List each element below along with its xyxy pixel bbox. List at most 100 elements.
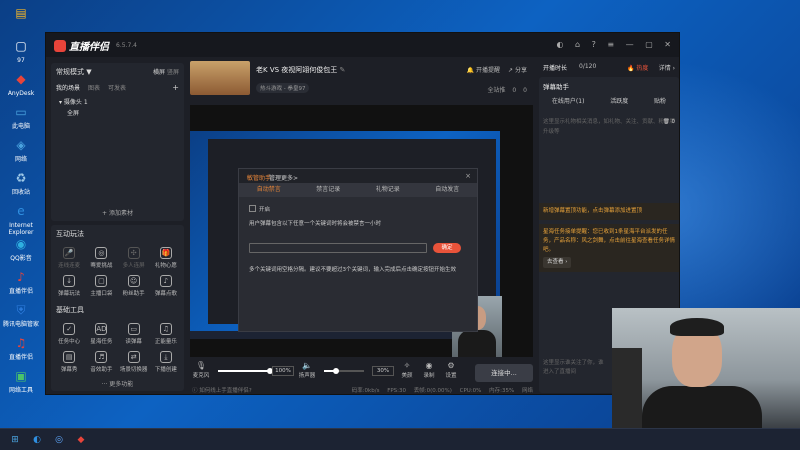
maximize-icon[interactable]: ▢ <box>645 40 653 49</box>
scene-fullscreen[interactable]: 全屏 <box>59 108 176 119</box>
tool-label: 多人连屏 <box>122 263 145 269</box>
tab-activity[interactable]: 活跃度 <box>610 95 628 109</box>
settings-button[interactable]: ⚙ 设置 <box>442 361 460 379</box>
live-preview[interactable]: 敏管助手 管理更多> × 自动禁言 禁言记录 礼物记录 自动发言 开启 用户弹幕… <box>190 105 533 357</box>
scene-camera-1[interactable]: ▾ 摄像头 1 <box>59 97 176 108</box>
tab-publishable[interactable]: 可发表 <box>108 83 126 92</box>
keywords-input[interactable] <box>249 243 427 253</box>
microphone-percent[interactable]: 100% <box>272 366 294 376</box>
tab-auto-mute[interactable]: 自动禁言 <box>257 183 281 197</box>
tool-button[interactable]: ♬ 音效助手 <box>85 351 117 373</box>
menu-icon[interactable]: ≡ <box>607 40 614 49</box>
enable-checkbox[interactable] <box>249 205 256 212</box>
tool-button[interactable]: ▭ 读弹幕 <box>118 323 150 345</box>
tool-button[interactable]: ▤ 弹幕秀 <box>53 351 85 373</box>
tool-button[interactable]: 🎁 礼物心愿 <box>150 247 182 269</box>
desktop-icon[interactable]: ♫ 直播伴侣 <box>2 334 40 361</box>
goto-task-button[interactable]: 去查看 › <box>543 257 572 268</box>
add-scene-icon[interactable]: + <box>172 83 179 92</box>
likes-count: 0 <box>523 87 527 94</box>
speaker-percent[interactable]: 30% <box>372 366 394 376</box>
desktop-icon-label: 腾讯电脑管家 <box>2 321 39 328</box>
tool-button[interactable]: ⇄ 场景切换器 <box>118 351 150 373</box>
viewers-count: 0 <box>512 87 517 94</box>
desktop-icon[interactable]: ⛨ 腾讯电脑管家 <box>2 301 40 328</box>
stream-category[interactable]: 热斗游戏 - 拳皇97 <box>256 83 310 93</box>
beauty-button[interactable]: ✧ 美颜 <box>398 361 416 379</box>
tool-button[interactable]: ♪ 弹幕点歌 <box>150 275 182 297</box>
desktop-icon-label: 回收站 <box>11 189 30 196</box>
dialog-manage-more-link[interactable]: 管理更多> <box>269 173 298 182</box>
tool-icon: ♬ <box>95 351 108 363</box>
taskbar-app-icon[interactable]: ◆ <box>74 433 88 447</box>
start-icon[interactable]: ⊞ <box>8 433 22 447</box>
portrait-link[interactable]: 竖屏 <box>167 69 179 76</box>
details-link[interactable]: 详情 › <box>659 63 675 72</box>
tab-gift-records[interactable]: 礼物记录 <box>376 183 400 197</box>
more-features-button[interactable]: ··· 更多功能 <box>51 379 184 388</box>
stream-title[interactable]: 老K VS 夜视阿翊何俊包王 ✎ <box>256 65 345 75</box>
taskbar-app-icon[interactable]: ◎ <box>52 433 66 447</box>
add-material-button[interactable]: + 添加素材 <box>51 208 184 217</box>
desktop-icon[interactable]: ▢ 97 <box>2 37 40 64</box>
microphone-control[interactable]: 🎙 麦克风 <box>192 361 210 379</box>
dialog-close-icon[interactable]: × <box>465 172 471 180</box>
desktop-icon[interactable]: ◈ 网络 <box>2 136 40 163</box>
connect-button[interactable]: 连接中... <box>475 364 533 382</box>
promote-badge[interactable]: 全站推 <box>487 87 505 94</box>
help-icon[interactable]: ? <box>592 40 596 49</box>
desktop-icon[interactable]: ▭ 此电脑 <box>2 103 40 130</box>
dialog-tab-moderation[interactable]: 敏管助手 <box>247 173 271 182</box>
tool-label: 星海任务 <box>90 339 113 345</box>
headset-icon[interactable]: ◐ <box>556 40 563 49</box>
edit-icon[interactable]: ✎ <box>340 66 346 74</box>
tab-fans[interactable]: 贴粉 <box>654 95 666 109</box>
tool-button[interactable]: 🎤 连线连麦 <box>53 247 85 269</box>
tool-button[interactable]: ✓ 任务中心 <box>53 323 85 345</box>
shirt-icon[interactable]: ⌂ <box>575 40 580 49</box>
tab-online-users[interactable]: 在线用户(1) <box>552 95 585 109</box>
desktop-icon[interactable]: ▤ <box>2 4 40 24</box>
minimize-icon[interactable]: — <box>626 40 634 49</box>
share-link[interactable]: 分享 <box>515 67 527 74</box>
app-logo: 直播伴侣 <box>54 38 109 53</box>
speaker-slider[interactable] <box>324 368 364 374</box>
desktop-icon[interactable]: ◆ AnyDesk <box>2 70 40 97</box>
desktop-icon[interactable]: ▣ 网络工具 <box>2 367 40 394</box>
desktop-icon[interactable]: ◉ QQ影音 <box>2 235 40 262</box>
close-icon[interactable]: ✕ <box>664 40 671 49</box>
taskbar-app-icon[interactable]: ◐ <box>30 433 44 447</box>
stream-cover-thumbnail[interactable] <box>190 61 250 95</box>
desktop-icon[interactable]: ♪ 直播伴侣 <box>2 268 40 295</box>
basic-tools-title: 基础工具 <box>56 306 84 314</box>
tool-button[interactable]: ⤓ 下播创建 <box>150 351 182 373</box>
tool-button[interactable]: ☺ 粉丝助手 <box>118 275 150 297</box>
window-controls: ◐ ⌂ ? ≡ — ▢ ✕ <box>547 40 671 49</box>
tool-button[interactable]: ▢ 主播口袋 <box>85 275 117 297</box>
landscape-link[interactable]: 横屏 <box>153 69 165 76</box>
tool-button[interactable]: ✣ 多人连屏 <box>118 247 150 269</box>
tab-charts[interactable]: 图表 <box>88 83 100 92</box>
tool-label: 弹幕秀 <box>60 367 78 373</box>
how-to-link[interactable]: ⓘ 如何线上手直播伴侣? <box>192 386 252 394</box>
tool-button[interactable]: ◎ 骞爱挑战 <box>85 247 117 269</box>
record-button[interactable]: ◉ 录制 <box>420 361 438 379</box>
desktop-icon[interactable]: ♻ 回收站 <box>2 169 40 196</box>
tool-label: 正能量乐 <box>154 339 177 345</box>
trash-icon[interactable]: 🗑 <box>663 119 670 125</box>
tab-mute-records[interactable]: 禁言记录 <box>316 183 340 197</box>
tool-button[interactable]: ↓ 弹幕玩法 <box>53 275 85 297</box>
live-reminder-link[interactable]: 开播提醒 <box>476 67 500 74</box>
tab-my-scenes[interactable]: 我的场景 <box>56 83 80 92</box>
confirm-button[interactable]: 确定 <box>433 243 461 253</box>
microphone-slider[interactable] <box>218 368 273 374</box>
tool-button[interactable]: ♫ 正能量乐 <box>150 323 182 345</box>
tool-button[interactable]: AD 星海任务 <box>85 323 117 345</box>
speaker-slider-knob[interactable] <box>333 368 339 374</box>
rule-text: 用户弹幕包含以下任意一个关键词时将会被禁言一小时 <box>249 221 382 227</box>
tool-label: 粉丝助手 <box>122 291 145 297</box>
tab-auto-speak[interactable]: 自动发言 <box>435 183 459 197</box>
desktop-icon[interactable]: e Internet Explorer <box>2 202 40 236</box>
desktop-app-icon: ◆ <box>16 72 26 86</box>
speaker-control[interactable]: 🔈 扬声器 <box>298 361 316 379</box>
